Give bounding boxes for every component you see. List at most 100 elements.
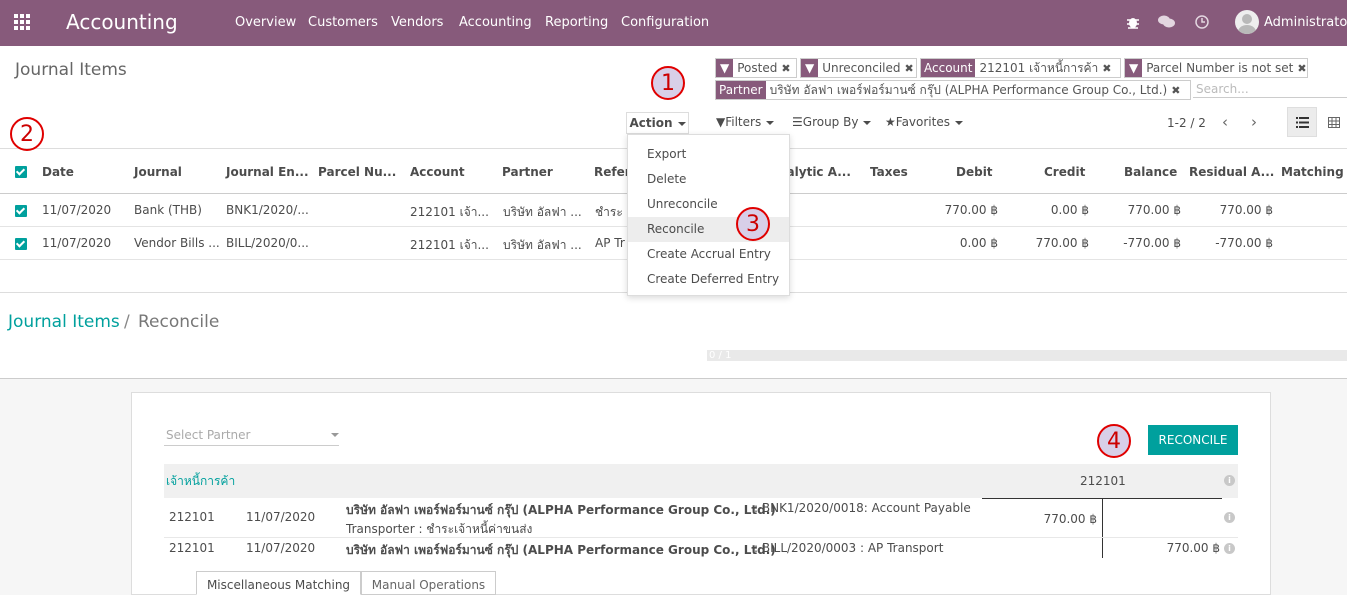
cell-date: 11/07/2020: [42, 203, 112, 217]
cell-balance: 770.00 ฿: [1127, 203, 1181, 217]
facet-value: บริษัท อัลฟา เพอร์ฟอร์มานซ์ กรุ๊ป (ALPHA…: [769, 82, 1168, 97]
menu-vendors[interactable]: Vendors: [391, 15, 443, 30]
remove-facet-icon[interactable]: ✖: [905, 62, 917, 75]
filters-button[interactable]: ▼Filters: [716, 115, 775, 129]
info-icon[interactable]: i: [1224, 475, 1235, 486]
line-label: : BNK1/2020/0018: Account Payable: [754, 501, 971, 515]
cell-account: 212101 เจ้า...: [410, 238, 489, 252]
select-all-checkbox[interactable]: [15, 166, 27, 178]
row-checkbox[interactable]: [15, 205, 27, 217]
cell-debit: 0.00 ฿: [959, 236, 998, 250]
top-navbar: Accounting Overview Customers Vendors Ac…: [0, 0, 1347, 46]
list-icon: ☰: [792, 115, 803, 129]
col-matching[interactable]: Matching #: [1281, 165, 1347, 179]
reconcile-progress-bar: 0 / 1: [707, 350, 1347, 361]
remove-facet-icon[interactable]: ✖: [1102, 62, 1114, 75]
menu-customers[interactable]: Customers: [308, 15, 378, 30]
col-debit[interactable]: Debit: [956, 165, 993, 179]
info-icon[interactable]: i: [1224, 512, 1235, 523]
menu-item-deferred[interactable]: Create Deferred Entry: [628, 267, 789, 292]
line-date: 11/07/2020: [246, 510, 316, 524]
menu-overview[interactable]: Overview: [235, 15, 296, 30]
pager-next-icon[interactable]: ›: [1251, 113, 1257, 131]
breadcrumb-separator: /: [124, 312, 130, 332]
cell-partner: บริษัท อัลฟา ...: [503, 205, 582, 219]
facet-posted[interactable]: ▼ Posted ✖: [715, 58, 797, 78]
pager-prev-icon[interactable]: ‹: [1222, 113, 1228, 131]
col-residual[interactable]: Residual A...: [1189, 165, 1274, 179]
move-line-row[interactable]: 212101 11/07/2020 บริษัท อัลฟา เพอร์ฟอร์…: [164, 538, 1238, 560]
move-line-row[interactable]: 212101 11/07/2020 บริษัท อัลฟา เพอร์ฟอร์…: [164, 498, 1238, 538]
app-title[interactable]: Accounting: [66, 10, 178, 34]
menu-item-accrual[interactable]: Create Accrual Entry: [628, 242, 789, 267]
list-view-button[interactable]: [1287, 107, 1317, 137]
page-title: Journal Items: [15, 60, 127, 80]
col-reference[interactable]: Refer: [594, 165, 631, 179]
menu-item-delete[interactable]: Delete: [628, 167, 789, 192]
col-parcel[interactable]: Parcel Nu...: [318, 165, 396, 179]
account-group-header: เจ้าหนี้การค้า 212101 i: [164, 464, 1238, 498]
line-debit: 770.00 ฿: [1043, 512, 1097, 526]
col-credit[interactable]: Credit: [1044, 165, 1085, 179]
avatar[interactable]: [1235, 10, 1259, 34]
action-dropdown-button[interactable]: Action: [626, 112, 689, 134]
col-journal[interactable]: Journal: [134, 165, 182, 179]
pager-value[interactable]: 1-2 / 2: [1167, 116, 1206, 130]
facet-unreconciled[interactable]: ▼ Unreconciled ✖: [800, 58, 917, 78]
facet-account[interactable]: Account 212101 เจ้าหนี้การค้า ✖: [920, 58, 1121, 78]
remove-facet-icon[interactable]: ✖: [1171, 84, 1183, 97]
bug-icon[interactable]: [1126, 15, 1140, 29]
line-credit: 770.00 ฿: [1166, 541, 1220, 555]
filter-icon: ▼: [1125, 59, 1143, 77]
col-partner[interactable]: Partner: [502, 165, 553, 179]
line-label-2: Transporter : ชำระเจ้าหนี้ค่าขนส่ง: [346, 522, 533, 536]
menu-configuration[interactable]: Configuration: [621, 15, 709, 30]
menu-item-export[interactable]: Export: [628, 142, 789, 167]
facet-value: Unreconciled: [822, 61, 901, 75]
line-partner: บริษัท อัลฟา เพอร์ฟอร์มานซ์ กรุ๊ป (ALPHA…: [346, 503, 776, 517]
col-balance[interactable]: Balance: [1124, 165, 1177, 179]
filter-icon: ▼: [716, 59, 734, 77]
annotation-4: 4: [1097, 424, 1131, 458]
cell-journal: Vendor Bills ...: [134, 236, 220, 250]
menu-reporting[interactable]: Reporting: [545, 15, 608, 30]
group-label[interactable]: เจ้าหนี้การค้า: [166, 472, 235, 491]
facet-value: Posted: [737, 61, 778, 75]
row-checkbox[interactable]: [15, 238, 27, 250]
groupby-button[interactable]: ☰Group By: [792, 115, 872, 129]
annotation-2: 2: [10, 117, 44, 151]
search-input[interactable]: Search...: [1193, 82, 1347, 98]
tab-miscellaneous-matching[interactable]: Miscellaneous Matching: [196, 571, 361, 595]
col-taxes[interactable]: Taxes: [870, 165, 908, 179]
star-icon: ★: [885, 115, 896, 129]
filter-icon: ▼: [801, 59, 819, 77]
info-icon[interactable]: i: [1224, 543, 1235, 554]
chat-icon[interactable]: [1158, 15, 1175, 29]
remove-facet-icon[interactable]: ✖: [781, 62, 793, 75]
col-journal-entry[interactable]: Journal En...: [226, 165, 309, 179]
col-date[interactable]: Date: [42, 165, 74, 179]
favorites-button[interactable]: ★Favorites: [885, 115, 963, 129]
select-partner-field[interactable]: Select Partner: [164, 428, 339, 446]
tab-manual-operations[interactable]: Manual Operations: [361, 571, 496, 595]
breadcrumb-journal-items[interactable]: Journal Items: [8, 312, 120, 332]
cell-journal: Bank (THB): [134, 203, 202, 217]
line-account: 212101: [169, 541, 215, 555]
facet-partner[interactable]: Partner บริษัท อัลฟา เพอร์ฟอร์มานซ์ กรุ๊…: [715, 80, 1191, 100]
col-account[interactable]: Account: [410, 165, 465, 179]
menu-accounting[interactable]: Accounting: [459, 15, 532, 30]
cell-credit: 0.00 ฿: [1050, 203, 1089, 217]
facet-value: Parcel Number is not set: [1146, 61, 1294, 75]
user-name[interactable]: Administrator: [1264, 15, 1347, 30]
list-view-icon: [1296, 117, 1309, 128]
facet-parcel[interactable]: ▼ Parcel Number is not set ✖: [1124, 58, 1308, 78]
cell-debit: 770.00 ฿: [944, 203, 998, 217]
cell-residual: 770.00 ฿: [1219, 203, 1273, 217]
pivot-view-button[interactable]: [1318, 107, 1347, 137]
line-date: 11/07/2020: [246, 541, 316, 555]
apps-grid-icon[interactable]: [14, 14, 32, 32]
clock-icon[interactable]: [1195, 15, 1209, 29]
reconcile-button[interactable]: RECONCILE: [1148, 425, 1238, 455]
remove-facet-icon[interactable]: ✖: [1297, 62, 1307, 75]
table-icon: [1328, 117, 1340, 128]
